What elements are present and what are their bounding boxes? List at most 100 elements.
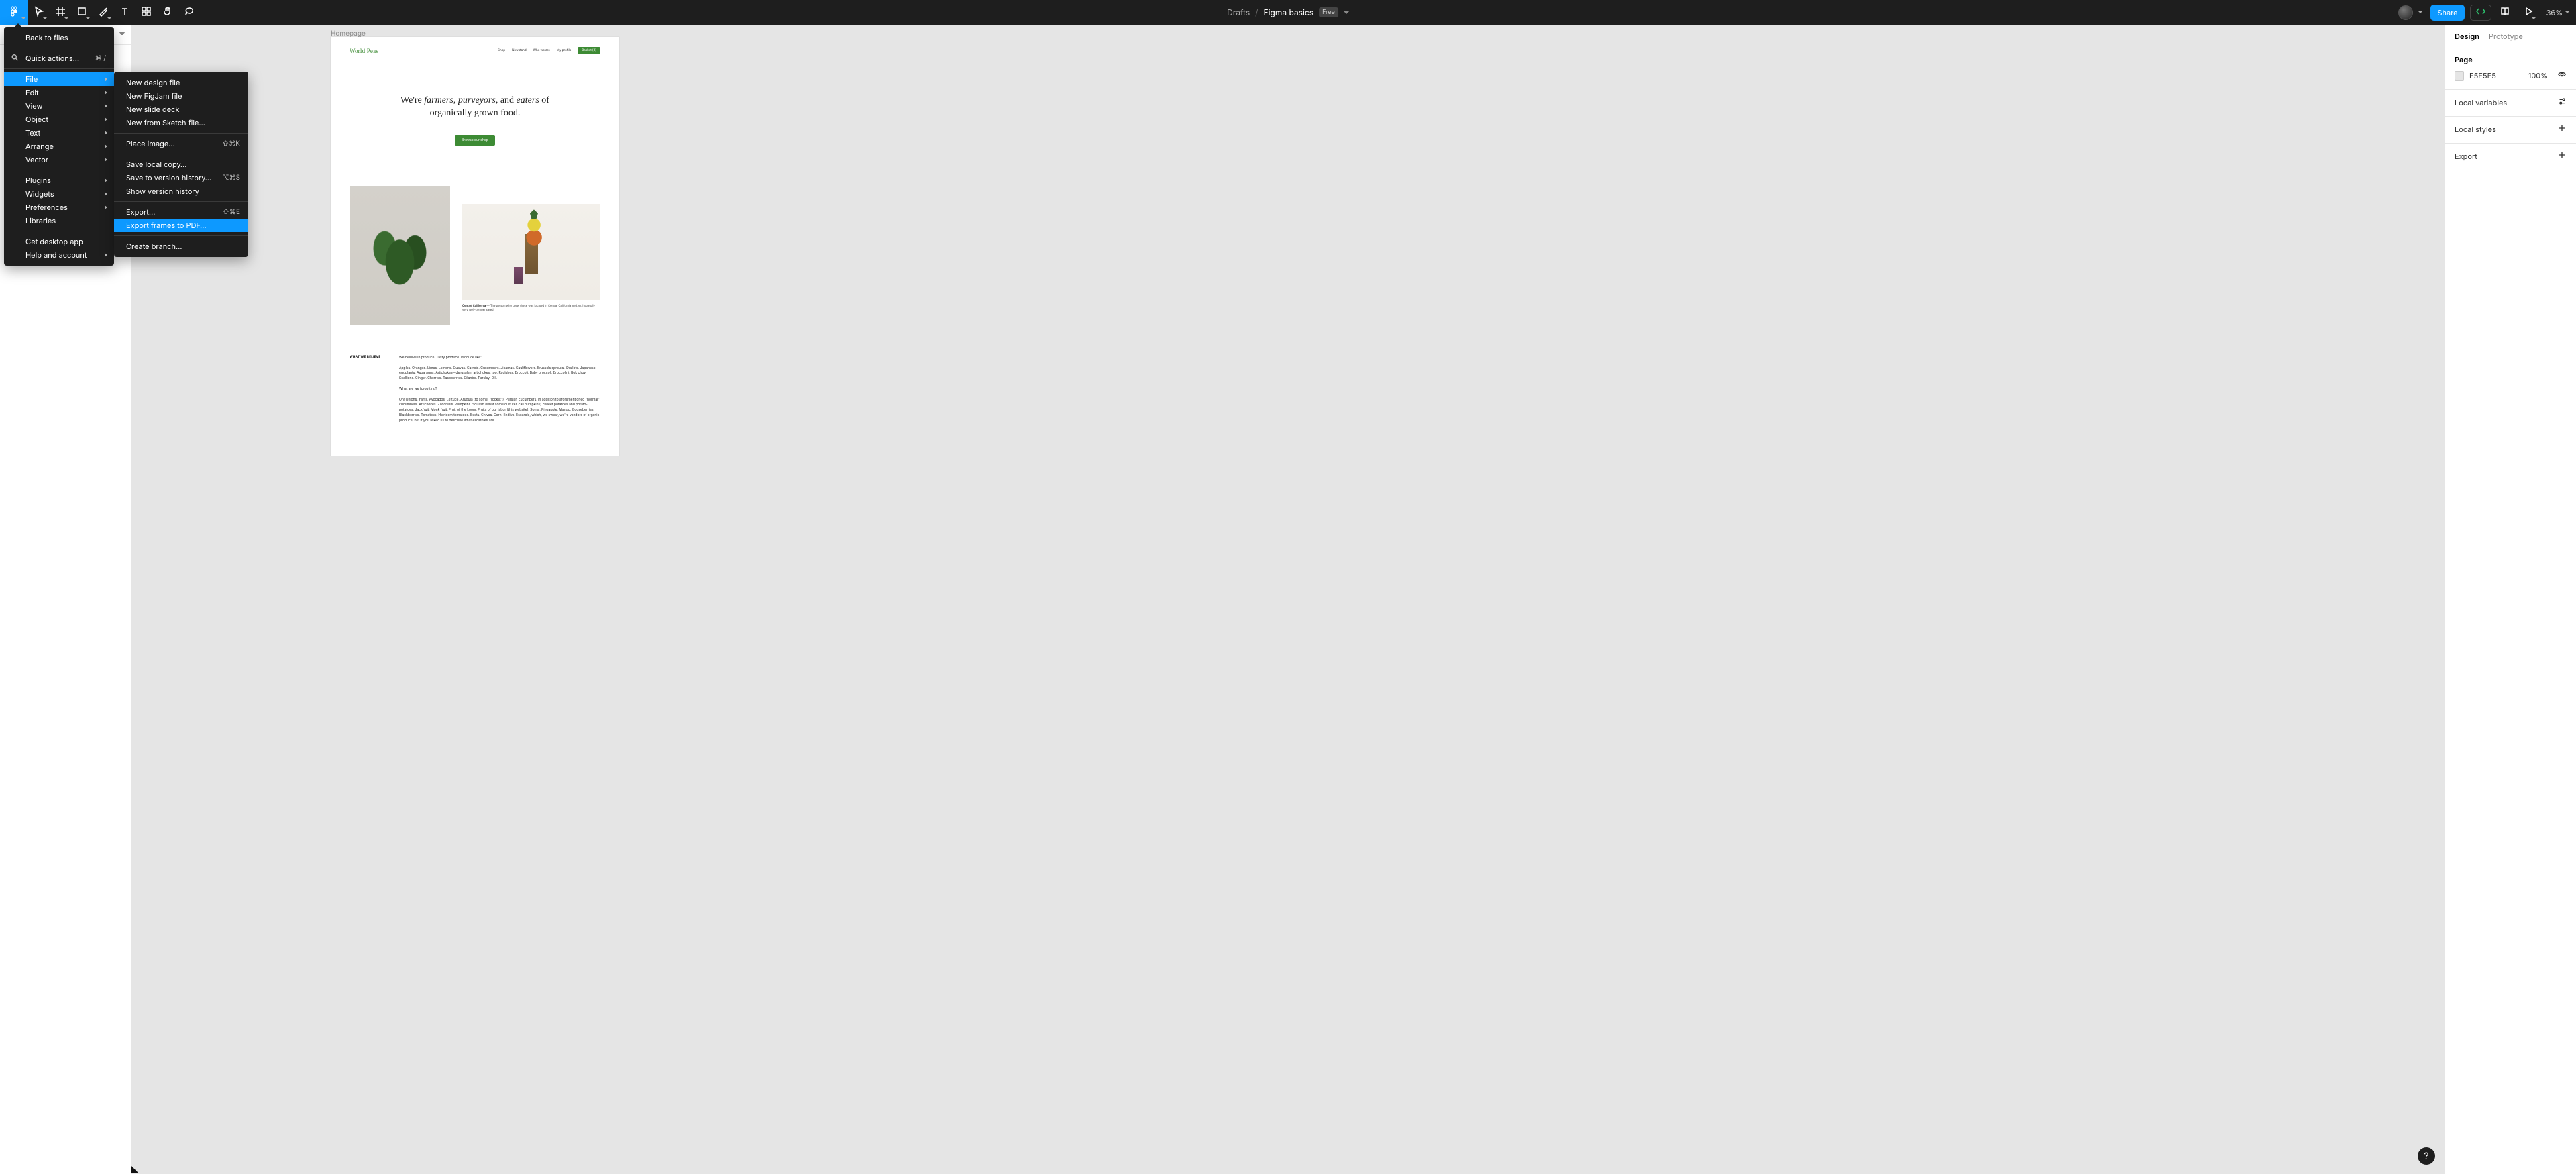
export-label: Export xyxy=(2455,152,2477,161)
submenu-new-slide-deck[interactable]: New slide deck xyxy=(114,103,248,116)
frame-tool-button[interactable] xyxy=(50,0,71,25)
toolbar-left xyxy=(0,0,200,25)
menu-text[interactable]: Text xyxy=(4,126,114,140)
main-menu-button[interactable] xyxy=(0,0,28,25)
menu-libraries[interactable]: Libraries xyxy=(4,214,114,227)
menu-plugins[interactable]: Plugins xyxy=(4,174,114,187)
nav-link-who: Who we are xyxy=(533,49,550,52)
submenu-save-version-history[interactable]: Save to version history… ⌥⌘S xyxy=(114,171,248,184)
search-icon xyxy=(11,54,19,64)
menu-separator xyxy=(114,201,248,202)
right-panel: Design Prototype Page E5E5E5 100% Local … xyxy=(2445,25,2576,1174)
visibility-toggle[interactable] xyxy=(2557,70,2567,81)
pen-tool-button[interactable] xyxy=(93,0,114,25)
breadcrumb-drafts[interactable]: Drafts xyxy=(1227,7,1250,17)
color-swatch[interactable] xyxy=(2455,71,2464,81)
toolbar: Drafts / Figma basics Free Share 36% xyxy=(0,0,2576,25)
submenu-export-frames-pdf[interactable]: Export frames to PDF… xyxy=(114,219,248,232)
chevron-down-icon[interactable] xyxy=(1344,11,1349,14)
tab-design[interactable]: Design xyxy=(2455,32,2479,41)
plus-icon[interactable] xyxy=(2557,150,2567,162)
file-title[interactable]: Figma basics xyxy=(1264,7,1314,17)
menu-vector[interactable]: Vector xyxy=(4,153,114,166)
share-button[interactable]: Share xyxy=(2430,5,2464,21)
menu-widgets[interactable]: Widgets xyxy=(4,187,114,201)
dev-mode-icon xyxy=(2475,6,2486,19)
plus-icon[interactable] xyxy=(2557,123,2567,135)
rectangle-icon xyxy=(76,6,87,19)
help-icon: ? xyxy=(2424,1151,2428,1162)
nav-basket-button: Basket (3) xyxy=(578,47,600,54)
play-icon xyxy=(2523,6,2534,19)
menu-arrange[interactable]: Arrange xyxy=(4,140,114,153)
submenu-save-local-copy[interactable]: Save local copy… xyxy=(114,158,248,171)
resources-button[interactable] xyxy=(136,0,157,25)
submenu-export[interactable]: Export… ⇧⌘E xyxy=(114,205,248,219)
help-button[interactable]: ? xyxy=(2418,1147,2435,1165)
site-header: World Peas Shop Newstand Who we are My p… xyxy=(331,37,619,58)
menu-separator xyxy=(114,235,248,236)
menu-view[interactable]: View xyxy=(4,99,114,113)
breadcrumb-separator: / xyxy=(1255,7,1258,17)
submenu-new-from-sketch[interactable]: New from Sketch file… xyxy=(114,116,248,129)
toolbar-right: Share 36% xyxy=(2398,0,2576,25)
page-background-row[interactable]: E5E5E5 100% xyxy=(2455,70,2567,81)
comment-tool-button[interactable] xyxy=(178,0,200,25)
resources-icon xyxy=(141,6,152,19)
believe-p3: What are we forgetting? xyxy=(399,387,600,392)
shape-tool-button[interactable] xyxy=(71,0,93,25)
submenu-new-figjam-file[interactable]: New FigJam file xyxy=(114,89,248,103)
settings-icon[interactable] xyxy=(2557,97,2567,108)
frame-icon xyxy=(55,6,66,19)
avatar-caret-icon[interactable] xyxy=(2418,11,2422,13)
section-local-variables: Local variables xyxy=(2445,90,2576,117)
menu-pointer-icon xyxy=(15,23,21,27)
figma-logo-icon xyxy=(9,6,19,19)
menu-get-desktop-app[interactable]: Get desktop app xyxy=(4,235,114,248)
artboard-homepage[interactable]: World Peas Shop Newstand Who we are My p… xyxy=(331,37,619,456)
submenu-show-version-history[interactable]: Show version history xyxy=(114,184,248,198)
menu-back-to-files[interactable]: Back to files xyxy=(4,31,114,44)
dev-mode-button[interactable] xyxy=(2470,5,2491,21)
book-icon xyxy=(2500,6,2510,19)
avatar[interactable] xyxy=(2398,5,2413,20)
present-button[interactable] xyxy=(2518,0,2538,25)
color-opacity[interactable]: 100% xyxy=(2528,71,2548,81)
menu-separator xyxy=(114,133,248,134)
menu-object[interactable]: Object xyxy=(4,113,114,126)
site-nav: Shop Newstand Who we are My profile Bask… xyxy=(498,47,600,54)
chevron-down-icon[interactable] xyxy=(119,32,125,38)
move-tool-button[interactable] xyxy=(28,0,50,25)
color-hex[interactable]: E5E5E5 xyxy=(2469,71,2523,81)
menu-file[interactable]: File xyxy=(4,72,114,86)
submenu-new-design-file[interactable]: New design file xyxy=(114,76,248,89)
pen-icon xyxy=(98,6,109,19)
hand-tool-button[interactable] xyxy=(157,0,178,25)
nav-link-shop: Shop xyxy=(498,49,505,52)
image-greens xyxy=(350,186,450,325)
believe-body: We believe in produce. Tasty produce. Pr… xyxy=(399,356,600,429)
believe-p1: We believe in produce. Tasty produce. Pr… xyxy=(399,356,600,361)
tab-prototype[interactable]: Prototype xyxy=(2489,32,2523,41)
nav-link-profile: My profile xyxy=(557,49,571,52)
canvas[interactable]: Homepage World Peas Shop Newstand Who we… xyxy=(131,25,2445,1174)
image-row: Central California — The person who grew… xyxy=(331,159,619,329)
main-menu-dropdown: Back to files Quick actions… ⌘ / File Ed… xyxy=(4,27,114,266)
local-variables-label: Local variables xyxy=(2455,98,2507,107)
submenu-create-branch[interactable]: Create branch… xyxy=(114,239,248,253)
text-icon xyxy=(119,6,130,19)
cursor-icon xyxy=(34,6,44,19)
menu-separator xyxy=(4,68,114,69)
text-tool-button[interactable] xyxy=(114,0,136,25)
section-page: Page E5E5E5 100% xyxy=(2445,48,2576,90)
library-button[interactable] xyxy=(2497,0,2513,25)
menu-help-and-account[interactable]: Help and account xyxy=(4,248,114,262)
zoom-value: 36% xyxy=(2546,8,2563,17)
zoom-control[interactable]: 36% xyxy=(2546,8,2569,17)
site-logo: World Peas xyxy=(350,48,378,54)
menu-edit[interactable]: Edit xyxy=(4,86,114,99)
menu-preferences[interactable]: Preferences xyxy=(4,201,114,214)
submenu-place-image[interactable]: Place image… ⇧⌘K xyxy=(114,137,248,150)
hero-cta-button: Browse our shop xyxy=(455,135,495,146)
menu-quick-actions[interactable]: Quick actions… ⌘ / xyxy=(4,52,114,65)
